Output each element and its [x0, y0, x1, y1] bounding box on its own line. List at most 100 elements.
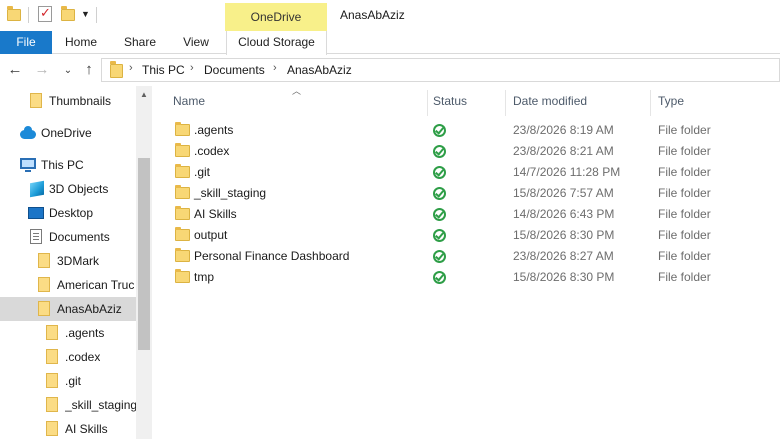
folder-icon [175, 143, 190, 157]
folder-icon [175, 185, 190, 199]
nav-item-american-truck[interactable]: American Truc [0, 273, 136, 297]
file-row[interactable]: tmp 15/8/2026 8:30 PM File folder [170, 267, 725, 288]
nav-item-skill-staging[interactable]: _skill_staging [0, 393, 137, 417]
file-date: 23/8/2026 8:21 AM [513, 144, 614, 158]
file-name: Personal Finance Dashboard [194, 249, 350, 263]
nav-item-onedrive[interactable]: OneDrive [0, 121, 136, 145]
tab-cloud-storage[interactable]: Cloud Storage [226, 31, 327, 55]
column-divider[interactable] [505, 90, 506, 116]
forward-arrow-icon[interactable]: → [33, 61, 51, 78]
tab-home[interactable]: Home [57, 31, 105, 54]
nav-item-3d-objects[interactable]: 3D Objects [0, 177, 136, 201]
up-arrow-icon[interactable]: ↑ [80, 61, 98, 78]
file-type: File folder [658, 186, 711, 200]
folder-icon [175, 227, 190, 241]
breadcrumb-documents[interactable]: Documents [204, 63, 265, 77]
breadcrumb-anasabaziz[interactable]: AnasAbAziz [287, 63, 352, 77]
nav-item-3dmark[interactable]: 3DMark [0, 249, 136, 273]
navigation-pane: Thumbnails OneDrive This PC 3D Objects D… [0, 86, 152, 439]
customize-toolbar-chevron-icon[interactable]: ▼ [81, 9, 90, 19]
column-divider[interactable] [650, 90, 651, 116]
nav-item-thumbnails[interactable]: Thumbnails [0, 89, 136, 113]
folder-icon [46, 373, 58, 388]
address-bar[interactable]: › This PC › Documents › AnasAbAziz [101, 58, 780, 82]
synced-status-icon [433, 208, 446, 221]
synced-status-icon [433, 250, 446, 263]
file-type: File folder [658, 270, 711, 284]
nav-item-agents[interactable]: .agents [0, 321, 136, 345]
file-name: output [194, 228, 228, 242]
column-header-date-modified[interactable]: Date modified [513, 94, 587, 108]
folder-icon [46, 325, 58, 340]
folder-icon [175, 164, 190, 178]
new-folder-icon[interactable] [61, 6, 75, 21]
tab-file[interactable]: File [0, 31, 52, 54]
file-row[interactable]: .git 14/7/2026 11:28 PM File folder [170, 162, 725, 183]
column-header-name[interactable]: Name [173, 94, 205, 108]
folder-icon [175, 122, 190, 136]
tab-view[interactable]: View [172, 31, 220, 54]
file-type: File folder [658, 123, 711, 137]
nav-item-ai-skills[interactable]: AI Skills [0, 417, 136, 439]
file-date: 14/7/2026 11:28 PM [513, 165, 621, 179]
folder-icon [38, 301, 50, 316]
recent-locations-chevron-icon[interactable]: ⌄ [59, 65, 77, 76]
properties-icon[interactable] [38, 5, 52, 22]
file-date: 14/8/2026 6:43 PM [513, 207, 615, 221]
synced-status-icon [433, 166, 446, 179]
synced-status-icon [433, 187, 446, 200]
folder-icon [175, 269, 190, 283]
scroll-up-arrow-icon[interactable]: ▲ [140, 90, 148, 99]
nav-item-git[interactable]: .git [0, 369, 136, 393]
file-name: .git [194, 165, 211, 179]
file-type: File folder [658, 144, 711, 158]
synced-status-icon [433, 124, 446, 137]
file-date: 15/8/2026 7:57 AM [513, 186, 614, 200]
synced-status-icon [433, 229, 446, 242]
folder-icon [46, 397, 58, 412]
nav-item-anasabaziz[interactable]: AnasAbAziz [0, 297, 136, 321]
synced-status-icon [433, 145, 446, 158]
file-type: File folder [658, 249, 711, 263]
file-name: _skill_staging [194, 186, 267, 200]
folder-icon [38, 277, 50, 292]
file-row[interactable]: _skill_staging 15/8/2026 7:57 AM File fo… [170, 183, 725, 204]
nav-item-codex[interactable]: .codex [0, 345, 136, 369]
file-type: File folder [658, 207, 711, 221]
nav-item-documents[interactable]: Documents [0, 225, 136, 249]
breadcrumb-separator-icon[interactable]: › [273, 62, 277, 74]
file-row[interactable]: output 15/8/2026 8:30 PM File folder [170, 225, 725, 246]
window-title: AnasAbAziz [340, 8, 405, 22]
column-divider[interactable] [427, 90, 428, 116]
navigation-pane-scrollbar[interactable]: ▲ [136, 86, 152, 439]
back-arrow-icon[interactable]: ← [6, 61, 24, 78]
folder-icon [175, 248, 190, 262]
synced-status-icon [433, 271, 446, 284]
folder-icon[interactable] [7, 6, 21, 21]
file-date: 15/8/2026 8:30 PM [513, 228, 615, 242]
breadcrumb-this-pc[interactable]: This PC [142, 63, 185, 77]
sort-ascending-icon: ︿ [292, 86, 302, 96]
folder-icon [175, 206, 190, 220]
folder-icon [46, 421, 58, 436]
column-header-status[interactable]: Status [433, 94, 467, 108]
breadcrumb-separator-icon[interactable]: › [129, 62, 133, 74]
nav-item-desktop[interactable]: Desktop [0, 201, 136, 225]
file-row[interactable]: AI Skills 14/8/2026 6:43 PM File folder [170, 204, 725, 225]
file-date: 23/8/2026 8:19 AM [513, 123, 614, 137]
file-name: tmp [194, 270, 215, 284]
nav-item-this-pc[interactable]: This PC [0, 153, 136, 177]
toolbar-divider [96, 7, 97, 23]
toolbar-divider [28, 7, 29, 23]
file-row[interactable]: Personal Finance Dashboard 23/8/2026 8:2… [170, 246, 725, 267]
file-type: File folder [658, 165, 711, 179]
scrollbar-thumb[interactable] [138, 158, 150, 350]
file-type: File folder [658, 228, 711, 242]
column-header-type[interactable]: Type [658, 94, 684, 108]
breadcrumb-separator-icon[interactable]: › [190, 62, 194, 74]
folder-icon [30, 93, 42, 108]
file-row[interactable]: .codex 23/8/2026 8:21 AM File folder [170, 141, 725, 162]
folder-icon [46, 349, 58, 364]
tab-share[interactable]: Share [116, 31, 164, 54]
file-row[interactable]: .agents 23/8/2026 8:19 AM File folder [170, 120, 725, 141]
